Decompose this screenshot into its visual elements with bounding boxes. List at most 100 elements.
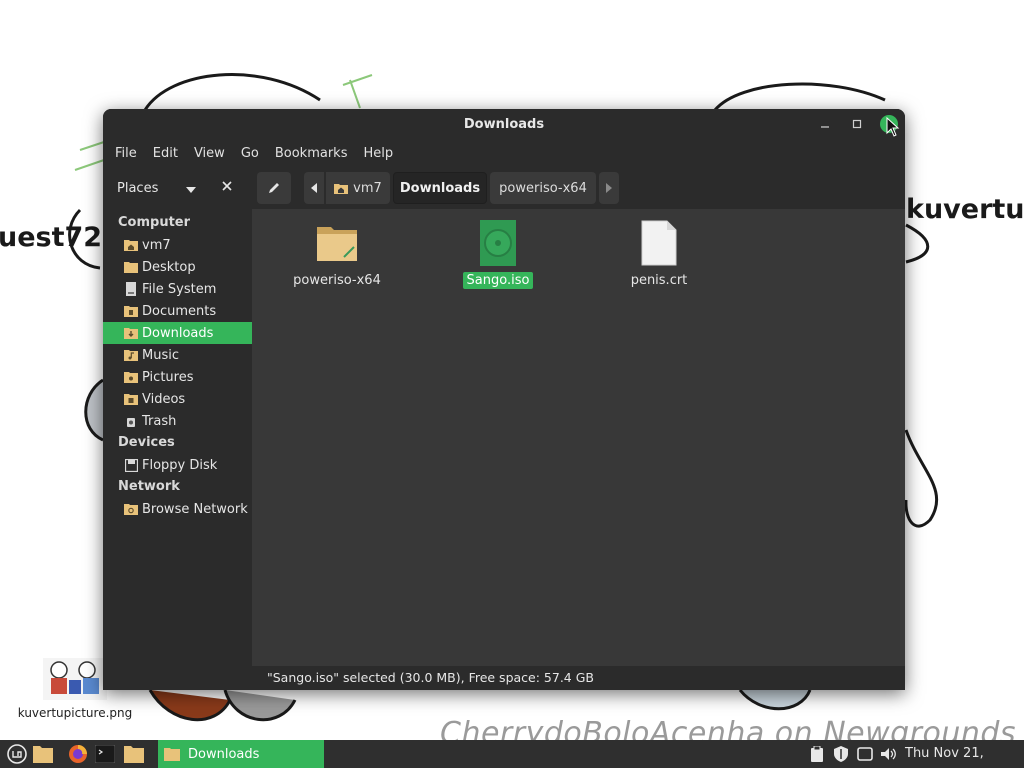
sidebar-item-vm7[interactable]: vm7 <box>103 234 252 256</box>
breadcrumb-label: vm7 <box>353 180 382 196</box>
places-label: Places <box>117 180 159 196</box>
wallpaper-text-right: kuvertu <box>906 194 1024 225</box>
drive-icon <box>124 282 138 296</box>
document-icon <box>637 219 681 267</box>
sidebar-section-computer: Computer <box>118 215 191 230</box>
network-applet[interactable] <box>854 740 876 768</box>
breadcrumb-poweriso-x64[interactable]: poweriso-x64 <box>490 172 596 204</box>
toggle-location-entry-button[interactable] <box>257 172 291 204</box>
documents-folder-icon <box>124 304 138 318</box>
path-scroll-left-button[interactable] <box>304 172 324 204</box>
downloads-folder-icon <box>124 326 138 340</box>
sidebar-item-label: Trash <box>142 413 177 429</box>
folder-icon <box>315 219 359 267</box>
places-dropdown-button[interactable] <box>185 181 197 199</box>
file-item-poweriso-x64[interactable]: poweriso-x64 <box>282 219 392 289</box>
sidebar-item-trash[interactable]: Trash <box>103 410 252 432</box>
files-icon <box>124 746 144 763</box>
chevron-down-icon <box>186 187 196 193</box>
sidebar-item-desktop[interactable]: Desktop <box>103 256 252 278</box>
sidebar-item-label: Floppy Disk <box>142 457 218 473</box>
sidebar-item-documents[interactable]: Documents <box>103 300 252 322</box>
menu-edit[interactable]: Edit <box>145 146 186 161</box>
main-content: Computer vm7 Desktop File System Documen… <box>103 209 905 690</box>
sidebar-item-pictures[interactable]: Pictures <box>103 366 252 388</box>
path-scroll-right-button[interactable] <box>599 172 619 204</box>
sidebar-item-label: Browse Network <box>142 501 248 517</box>
sidebar-item-label: Music <box>142 347 179 363</box>
file-item-sango-iso[interactable]: Sango.iso <box>443 219 553 289</box>
sidebar-item-label: Downloads <box>142 325 214 341</box>
taskbar-window-downloads[interactable]: Downloads <box>158 740 324 768</box>
taskbar: Downloads Thu Nov 21, 11:46 <box>0 740 1024 768</box>
sidebar-section-devices: Devices <box>118 435 175 450</box>
folder-icon <box>164 748 180 761</box>
sidebar-item-browse-network[interactable]: Browse Network <box>103 498 252 520</box>
window-title: Downloads <box>463 116 545 132</box>
file-item-penis-crt[interactable]: penis.crt <box>604 219 714 289</box>
desktop-icon-label: kuvertupicture.png <box>15 706 135 720</box>
sidebar-item-music[interactable]: Music <box>103 344 252 366</box>
sidebar-item-floppy-disk[interactable]: Floppy Disk <box>103 454 252 476</box>
sidebar-header: Places <box>103 167 252 209</box>
menu-help[interactable]: Help <box>355 146 401 161</box>
trash-icon <box>124 414 138 428</box>
path-bar: vm7 Downloads poweriso-x64 <box>257 172 619 204</box>
mouse-cursor-icon <box>886 117 900 137</box>
sidebar-item-label: Videos <box>142 391 186 407</box>
minimize-button[interactable] <box>815 114 835 134</box>
chevron-right-icon <box>606 183 612 193</box>
close-icon <box>222 181 232 191</box>
sidebar-section-network: Network <box>118 479 180 494</box>
home-folder-icon <box>124 238 138 252</box>
title-bar[interactable]: Downloads <box>103 109 905 139</box>
network-icon <box>857 747 873 761</box>
sidebar-item-label: Documents <box>142 303 217 319</box>
update-manager-applet[interactable] <box>830 740 852 768</box>
clock[interactable]: Thu Nov 21, 11:46 <box>905 740 1024 768</box>
file-name: Sango.iso <box>462 272 534 289</box>
main-menu-button[interactable] <box>3 740 31 768</box>
close-sidebar-button[interactable] <box>221 179 233 196</box>
sidebar-item-downloads[interactable]: Downloads <box>103 322 252 344</box>
image-thumbnail-icon <box>43 658 107 700</box>
status-bar: "Sango.iso" selected (30.0 MB), Free spa… <box>252 666 905 690</box>
chevron-left-icon <box>311 183 317 193</box>
menu-file[interactable]: File <box>107 146 145 161</box>
files-launcher[interactable] <box>29 740 57 768</box>
file-name: poweriso-x64 <box>293 273 381 288</box>
menu-bar: File Edit View Go Bookmarks Help <box>103 139 905 167</box>
terminal-icon <box>95 745 115 763</box>
taskbar-window-label: Downloads <box>188 746 260 762</box>
sidebar-item-videos[interactable]: Videos <box>103 388 252 410</box>
videos-folder-icon <box>124 392 138 406</box>
network-folder-icon <box>124 502 138 516</box>
pencil-icon <box>269 183 279 193</box>
sidebar-item-file-system[interactable]: File System <box>103 278 252 300</box>
firefox-launcher[interactable] <box>64 740 92 768</box>
maximize-button[interactable] <box>847 114 867 134</box>
home-folder-icon <box>334 184 349 194</box>
menu-view[interactable]: View <box>186 146 233 161</box>
clipboard-icon <box>811 746 823 762</box>
menu-go[interactable]: Go <box>233 146 267 161</box>
maximize-icon <box>852 119 862 129</box>
sidebar-item-label: Desktop <box>142 259 196 275</box>
disc-image-icon <box>476 219 520 267</box>
menu-bookmarks[interactable]: Bookmarks <box>267 146 356 161</box>
sidebar-item-label: vm7 <box>142 237 171 253</box>
terminal-launcher[interactable] <box>91 740 119 768</box>
floppy-icon <box>124 458 138 472</box>
mint-menu-icon <box>7 744 27 764</box>
sound-applet[interactable] <box>878 740 900 768</box>
breadcrumb-vm7[interactable]: vm7 <box>326 172 390 204</box>
sidebar-item-label: Pictures <box>142 369 194 385</box>
desktop-folder-icon <box>124 260 138 274</box>
places-sidebar: Computer vm7 Desktop File System Documen… <box>103 209 252 690</box>
file-view[interactable]: poweriso-x64 Sango.iso penis.crt <box>252 209 905 690</box>
breadcrumb-downloads[interactable]: Downloads <box>393 172 487 204</box>
files-launcher-2[interactable] <box>120 740 148 768</box>
volume-icon <box>881 748 896 760</box>
clipboard-applet[interactable] <box>806 740 828 768</box>
minimize-icon <box>821 126 829 128</box>
